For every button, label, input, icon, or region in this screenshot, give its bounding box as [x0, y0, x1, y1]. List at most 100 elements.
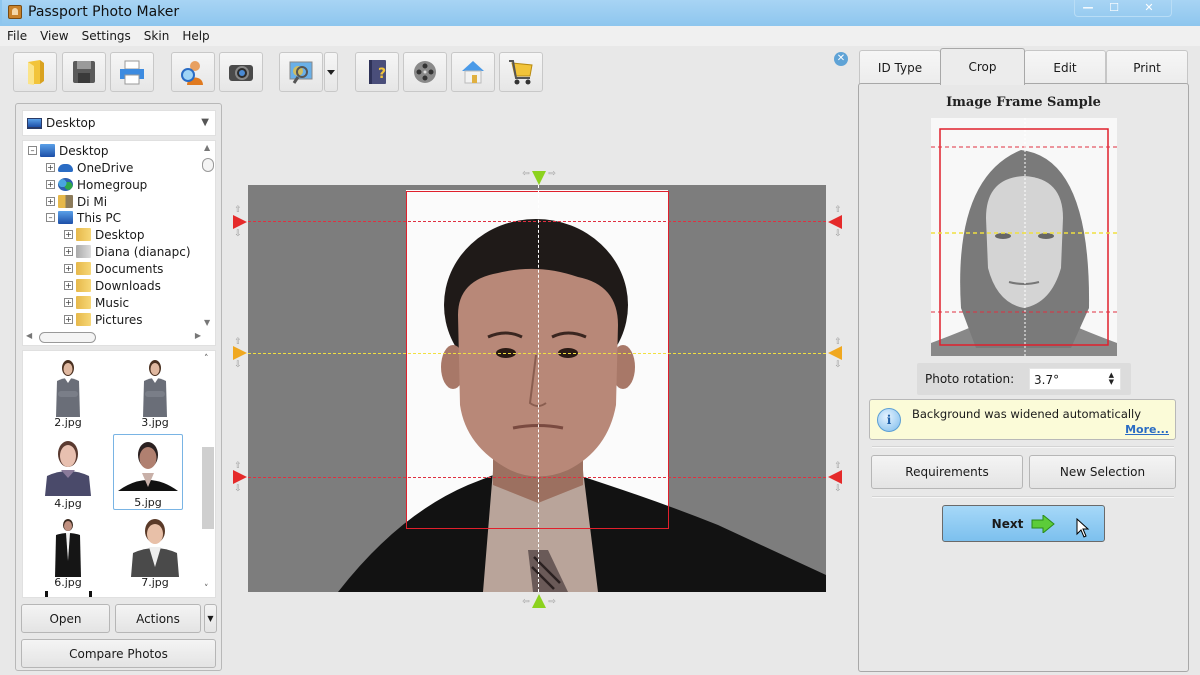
expand-icon[interactable]: + — [64, 264, 73, 273]
computer-icon — [58, 211, 73, 224]
tree-item[interactable]: – This PC — [46, 209, 121, 226]
thumbnail-item[interactable]: 4.jpg — [33, 434, 103, 510]
open-button[interactable]: Open — [21, 604, 110, 633]
tree-item[interactable]: + Documents — [64, 260, 163, 277]
expand-icon[interactable]: + — [64, 247, 73, 256]
scroll-down-icon[interactable]: ▼ — [204, 318, 210, 327]
menu-help[interactable]: Help — [175, 26, 215, 43]
expand-icon[interactable]: + — [64, 281, 73, 290]
chevron-down-icon: ▼ — [207, 614, 214, 623]
thumbnail-scrollbar[interactable]: ˄ ˅ — [201, 351, 215, 597]
scrollbar-thumb[interactable] — [39, 332, 96, 343]
chin-guide — [248, 477, 826, 478]
eye-guide-handle-left[interactable] — [233, 346, 247, 360]
user-search-icon — [181, 61, 203, 85]
more-link[interactable]: More... — [1125, 423, 1169, 436]
help-button[interactable]: ? — [355, 52, 399, 92]
new-selection-button[interactable]: New Selection — [1029, 455, 1176, 489]
image-zoom-dropdown[interactable] — [324, 52, 338, 92]
expand-icon[interactable]: + — [64, 230, 73, 239]
save-button[interactable] — [62, 52, 106, 92]
scrollbar-thumb[interactable] — [202, 158, 214, 172]
scroll-right-icon[interactable]: ▶ — [195, 331, 201, 340]
scroll-down-icon[interactable]: ˅ — [204, 584, 209, 594]
chin-guide-handle-right[interactable] — [828, 470, 842, 484]
move-down-icon: ⇩ — [234, 484, 242, 494]
expand-icon[interactable]: + — [46, 163, 55, 172]
top-guide-handle-right[interactable] — [828, 215, 842, 229]
photo-rotation-label: Photo rotation: — [925, 372, 1015, 386]
tree-item[interactable]: – Desktop — [28, 142, 109, 159]
expand-icon[interactable]: + — [64, 315, 73, 324]
shopping-cart-icon — [509, 60, 533, 85]
user-search-button[interactable] — [171, 52, 215, 92]
home-button[interactable] — [451, 52, 495, 92]
tree-item[interactable]: + Music — [64, 294, 129, 311]
sample-photo — [931, 118, 1117, 356]
tree-item[interactable]: + OneDrive — [46, 159, 133, 176]
tree-item[interactable]: + Homegroup — [46, 176, 147, 193]
actions-button[interactable]: Actions — [115, 604, 201, 633]
thumbnail-item[interactable]: 6.jpg — [33, 513, 103, 589]
tree-item[interactable]: + Di Mi — [46, 193, 107, 210]
floppy-disk-icon — [73, 61, 95, 83]
scroll-up-icon[interactable]: ˄ — [204, 354, 209, 364]
menu-settings[interactable]: Settings — [75, 26, 137, 43]
spin-arrows-icon[interactable]: ▲ ▼ — [1109, 372, 1114, 386]
tree-horizontal-scrollbar[interactable]: ◀ ▶ — [23, 329, 203, 345]
scroll-up-icon[interactable]: ▲ — [204, 143, 210, 152]
step-tabs: ID Type Crop Edit Print — [858, 48, 1189, 85]
buy-button[interactable] — [499, 52, 543, 92]
expand-icon[interactable]: + — [46, 197, 55, 206]
info-icon: i — [877, 408, 901, 432]
tab-edit[interactable]: Edit — [1024, 50, 1106, 84]
photo-rotation-input[interactable]: 3.7° ▲ ▼ — [1029, 368, 1121, 390]
move-down-icon: ⇩ — [234, 229, 242, 239]
menu-view[interactable]: View — [33, 26, 74, 43]
top-guide-handle-left[interactable] — [233, 215, 247, 229]
photo-canvas[interactable] — [248, 185, 826, 592]
maximize-button[interactable]: ☐ — [1101, 0, 1127, 16]
thumbnail-item[interactable]: 2.jpg — [33, 353, 103, 429]
print-button[interactable] — [110, 52, 154, 92]
scroll-left-icon[interactable]: ◀ — [26, 331, 32, 340]
tree-item[interactable]: + Diana (dianapc) — [64, 243, 191, 260]
collapse-icon[interactable]: – — [46, 213, 55, 222]
tree-vertical-scrollbar[interactable]: ▲ ▼ — [201, 141, 215, 345]
chin-guide-handle-left[interactable] — [233, 470, 247, 484]
thumbnail-label: 5.jpg — [134, 496, 162, 509]
actions-dropdown[interactable]: ▼ — [204, 604, 217, 633]
thumbnail-item[interactable]: 3.jpg — [120, 353, 190, 429]
menu-file[interactable]: File — [0, 26, 33, 43]
open-folder-button[interactable] — [13, 52, 57, 92]
thumbnail-item-selected[interactable]: 5.jpg — [113, 434, 183, 510]
home-icon — [462, 61, 484, 84]
tree-item[interactable]: + Desktop — [64, 226, 145, 243]
camera-button[interactable] — [219, 52, 263, 92]
requirements-button[interactable]: Requirements — [871, 455, 1023, 489]
tab-crop[interactable]: Crop — [940, 48, 1025, 85]
close-button[interactable]: ✕ — [1127, 0, 1171, 16]
menu-skin[interactable]: Skin — [137, 26, 176, 43]
close-panel-icon[interactable]: ✕ — [834, 52, 848, 66]
tree-item-label: Desktop — [59, 143, 109, 158]
scrollbar-thumb[interactable] — [202, 447, 214, 529]
image-zoom-button[interactable] — [279, 52, 323, 92]
video-tutorial-button[interactable] — [403, 52, 447, 92]
move-up-icon: ⇧ — [234, 205, 242, 215]
title-bar: Passport Photo Maker — ☐ ✕ — [0, 0, 1200, 26]
tab-print[interactable]: Print — [1106, 50, 1188, 84]
expand-icon[interactable]: + — [46, 180, 55, 189]
thumbnail-item[interactable]: 7.jpg — [120, 513, 190, 589]
center-guide-handle-bottom[interactable] — [532, 594, 546, 608]
compare-photos-button[interactable]: Compare Photos — [21, 639, 216, 668]
folder-select[interactable]: Desktop ▼ — [22, 110, 216, 136]
eye-guide-handle-right[interactable] — [828, 346, 842, 360]
expand-icon[interactable]: + — [64, 298, 73, 307]
minimize-button[interactable]: — — [1075, 0, 1101, 16]
tree-item[interactable]: + Downloads — [64, 277, 161, 294]
collapse-icon[interactable]: – — [28, 146, 37, 155]
center-guide-handle-top[interactable] — [532, 171, 546, 185]
tree-item[interactable]: + Pictures — [64, 311, 143, 328]
tab-id-type[interactable]: ID Type — [859, 50, 941, 84]
